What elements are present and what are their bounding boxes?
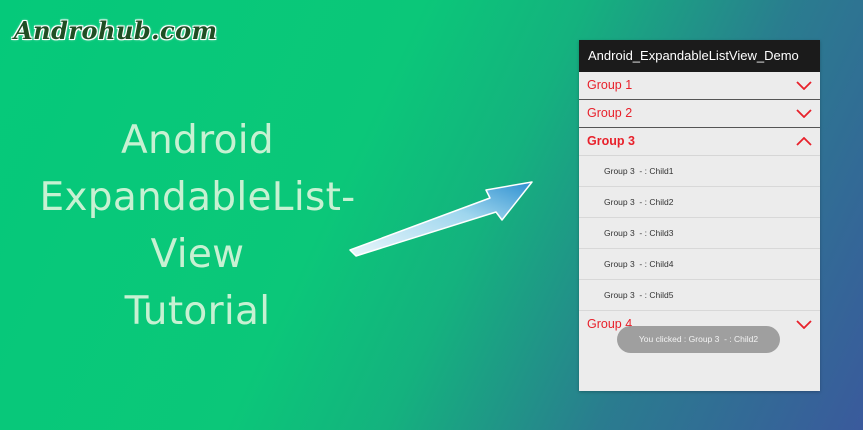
child-item-2[interactable]: Group 3 - : Child2 — [579, 187, 820, 218]
child-item-1[interactable]: Group 3 - : Child1 — [579, 156, 820, 187]
child-item-3[interactable]: Group 3 - : Child3 — [579, 218, 820, 249]
action-bar-title: Android_ExpandableListView_Demo — [579, 40, 820, 72]
tutorial-headline: Android ExpandableList- View Tutorial — [10, 112, 385, 340]
group-3-header[interactable]: Group 3 — [579, 128, 820, 156]
group-1-header[interactable]: Group 1 — [579, 72, 820, 100]
group-label: Group 1 — [587, 78, 633, 92]
chevron-up-icon — [796, 137, 812, 146]
headline-line-2: ExpandableList- — [39, 175, 356, 220]
chevron-down-icon — [796, 109, 812, 118]
toast-message: You clicked : Group 3 - : Child2 — [617, 326, 780, 353]
child-item-4[interactable]: Group 3 - : Child4 — [579, 249, 820, 280]
headline-line-3: View — [150, 232, 245, 277]
chevron-down-icon — [796, 81, 812, 90]
headline-line-1: Android — [121, 118, 274, 163]
androhub-logo: Androhub.com — [14, 16, 218, 45]
phone-screen: Android_ExpandableListView_Demo Group 1 … — [579, 40, 820, 391]
chevron-down-icon — [796, 320, 812, 329]
group-label: Group 2 — [587, 106, 633, 120]
child-item-5[interactable]: Group 3 - : Child5 — [579, 280, 820, 311]
headline-line-4: Tutorial — [124, 289, 271, 334]
pointer-arrow-icon — [349, 181, 533, 257]
group-label: Group 3 — [587, 134, 635, 148]
group-2-header[interactable]: Group 2 — [579, 100, 820, 128]
